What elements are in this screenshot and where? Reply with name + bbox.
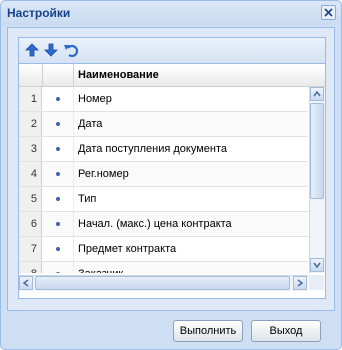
dialog-titlebar[interactable]: Настройки: [1, 1, 341, 25]
row-number: 5: [19, 187, 42, 211]
table-row[interactable]: 3 Дата поступления документа: [19, 137, 308, 162]
arrow-down-icon: [44, 43, 58, 57]
row-marker: [43, 137, 74, 161]
dialog-body: Наименование 1 Номер 2 Дата 3 Дата посту…: [7, 27, 335, 311]
scroll-right-button[interactable]: [293, 276, 307, 290]
bullet-icon: [56, 197, 60, 201]
undo-icon: [64, 44, 79, 58]
move-up-button[interactable]: [24, 42, 40, 58]
row-number: 8: [19, 262, 42, 273]
bullet-icon: [56, 122, 60, 126]
reset-order-button[interactable]: [63, 42, 79, 58]
row-marker: [43, 262, 74, 273]
bullet-icon: [56, 97, 60, 101]
bullet-icon: [56, 147, 60, 151]
row-marker: [43, 112, 74, 136]
table-row[interactable]: 7 Предмет контракта: [19, 237, 308, 262]
columns-grid: Наименование 1 Номер 2 Дата 3 Дата посту…: [18, 37, 326, 299]
row-name: Тип: [78, 193, 97, 205]
row-marker: [43, 187, 74, 211]
chevron-right-icon: [297, 279, 304, 287]
row-number: 7: [19, 237, 42, 261]
row-marker: [43, 237, 74, 261]
row-number: 6: [19, 212, 42, 236]
execute-button[interactable]: Выполнить: [173, 320, 243, 342]
row-marker: [43, 212, 74, 236]
row-name: Начал. (макс.) цена контракта: [78, 218, 232, 230]
row-name: Дата поступления документа: [78, 143, 228, 155]
grid-rows: 1 Номер 2 Дата 3 Дата поступления докуме…: [19, 87, 308, 273]
dialog-title: Настройки: [7, 6, 71, 20]
close-button[interactable]: [321, 5, 336, 20]
row-name: Заказчик: [78, 262, 123, 273]
vertical-scrollbar[interactable]: [309, 87, 325, 273]
scroll-left-button[interactable]: [19, 276, 33, 290]
chevron-up-icon: [313, 90, 321, 97]
bullet-icon: [56, 172, 60, 176]
table-row[interactable]: 8 Заказчик: [19, 262, 308, 273]
row-number: 2: [19, 112, 42, 136]
bullet-icon: [56, 247, 60, 251]
scroll-up-button[interactable]: [310, 87, 324, 101]
row-number: 3: [19, 137, 42, 161]
horizontal-scroll-thumb[interactable]: [35, 276, 290, 290]
chevron-left-icon: [22, 279, 29, 287]
settings-dialog: Настройки Наименование 1 Номер 2 Дата 3 …: [0, 0, 342, 350]
row-number: 4: [19, 162, 42, 186]
row-name: Предмет контракта: [78, 243, 177, 255]
row-number: 1: [19, 87, 42, 111]
close-icon: [324, 8, 333, 17]
table-row[interactable]: 1 Номер: [19, 87, 308, 112]
chevron-down-icon: [313, 262, 321, 269]
table-row[interactable]: 4 Рег.номер: [19, 162, 308, 187]
row-marker: [43, 87, 74, 111]
vertical-scroll-thumb[interactable]: [310, 103, 324, 199]
grid-header: Наименование: [19, 64, 325, 87]
arrow-up-icon: [25, 43, 39, 57]
bullet-icon: [56, 222, 60, 226]
row-name: Дата: [78, 118, 103, 130]
horizontal-scrollbar[interactable]: [19, 275, 308, 291]
move-down-button[interactable]: [43, 42, 59, 58]
header-number-column[interactable]: [19, 64, 43, 86]
row-name: Номер: [78, 93, 112, 105]
scroll-down-button[interactable]: [310, 258, 324, 272]
bullet-icon: [56, 272, 60, 273]
row-marker: [43, 162, 74, 186]
table-row[interactable]: 6 Начал. (макс.) цена контракта: [19, 212, 308, 237]
grid-toolbar: [19, 38, 325, 64]
row-name: Рег.номер: [78, 168, 129, 180]
header-marker-column[interactable]: [43, 64, 74, 86]
scrollbar-corner: [309, 275, 324, 290]
table-row[interactable]: 5 Тип: [19, 187, 308, 212]
exit-button[interactable]: Выход: [251, 320, 321, 342]
header-name-column[interactable]: Наименование: [74, 64, 308, 86]
table-row[interactable]: 2 Дата: [19, 112, 308, 137]
